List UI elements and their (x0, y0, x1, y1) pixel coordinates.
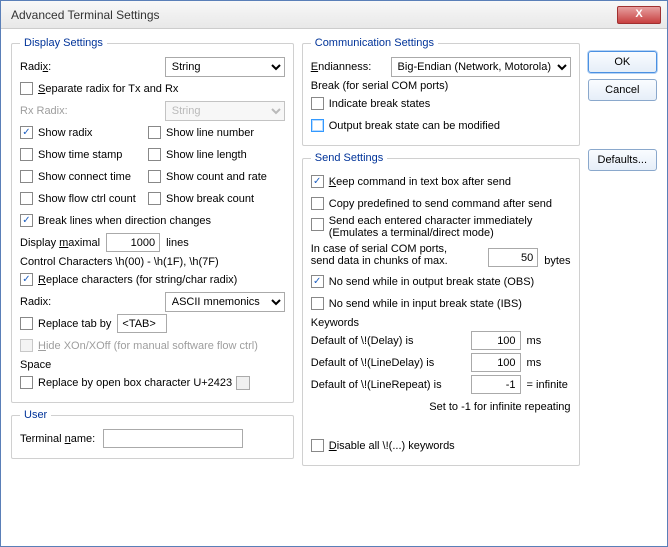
chunk-label: In case of serial COM ports,send data in… (311, 243, 448, 267)
radix-label: Radix: (20, 61, 51, 73)
break-group-label: Break (for serial COM ports) (311, 80, 571, 92)
copy-predef-checkbox[interactable] (311, 197, 324, 210)
show-connect-time-label: Show connect time (38, 171, 148, 183)
copy-predef-label: Copy predefined to send command after se… (329, 198, 552, 210)
hide-xon-label: Hide XOn/XOff (for manual software flow … (38, 340, 258, 352)
endianness-select[interactable]: Big-Endian (Network, Motorola) (391, 57, 571, 77)
send-settings-group: Send Settings Keep command in text box a… (302, 152, 580, 466)
delay-suffix: ms (527, 335, 571, 347)
replace-chars-checkbox[interactable] (20, 273, 33, 286)
linedelay-input[interactable] (471, 353, 521, 372)
keywords-label: Keywords (311, 317, 571, 329)
output-break-label: Output break state can be modified (329, 120, 500, 132)
terminal-name-input[interactable] (103, 429, 243, 448)
communication-settings-legend: Communication Settings (311, 37, 438, 49)
ok-button[interactable]: OK (588, 51, 657, 73)
indicate-break-label: Indicate break states (329, 98, 431, 110)
space-char-preview (236, 376, 250, 390)
disable-all-label: Disable all \!(...) keywords (329, 440, 455, 452)
show-break-count-checkbox[interactable] (148, 192, 161, 205)
show-time-stamp-checkbox[interactable] (20, 148, 33, 161)
cancel-button[interactable]: Cancel (588, 79, 657, 101)
show-radix-checkbox[interactable] (20, 126, 33, 139)
show-line-number-checkbox[interactable] (148, 126, 161, 139)
break-lines-label: Break lines when direction changes (38, 215, 211, 227)
user-legend: User (20, 409, 51, 421)
linerepeat-input[interactable] (471, 375, 521, 394)
dialog-window: Advanced Terminal Settings X Display Set… (0, 0, 668, 547)
close-button[interactable]: X (617, 6, 661, 24)
delay-input[interactable] (471, 331, 521, 350)
display-maximal-suffix: lines (166, 237, 189, 249)
keep-cmd-checkbox[interactable] (311, 175, 324, 188)
indicate-break-checkbox[interactable] (311, 97, 324, 110)
user-group: User Terminal name: (11, 409, 294, 459)
replace-tab-input[interactable] (117, 314, 167, 333)
terminal-name-label: Terminal name: (20, 433, 95, 445)
cc-radix-select[interactable]: ASCII mnemonics (165, 292, 285, 312)
rx-radix-select: String (165, 101, 285, 121)
show-count-rate-checkbox[interactable] (148, 170, 161, 183)
radix-select[interactable]: String (165, 57, 285, 77)
send-each-label: Send each entered character immediately(… (329, 215, 533, 239)
no-send-ibs-checkbox[interactable] (311, 297, 324, 310)
show-line-length-checkbox[interactable] (148, 148, 161, 161)
no-send-ibs-label: No send while in input break state (IBS) (329, 298, 522, 310)
defaults-button[interactable]: Defaults... (588, 149, 657, 171)
show-time-stamp-label: Show time stamp (38, 149, 148, 161)
display-settings-legend: Display Settings (20, 37, 107, 49)
display-settings-group: Display Settings Radix: String Separate … (11, 37, 294, 403)
hide-xon-checkbox (20, 339, 33, 352)
linedelay-suffix: ms (527, 357, 571, 369)
chunk-suffix: bytes (544, 255, 570, 267)
replace-tab-label: Replace tab by (38, 318, 111, 330)
endianness-label: Endianness: (311, 61, 372, 73)
repeat-note: Set to -1 for infinite repeating (429, 401, 570, 413)
show-radix-label: Show radix (38, 127, 148, 139)
replace-tab-checkbox[interactable] (20, 317, 33, 330)
no-send-obs-checkbox[interactable] (311, 275, 324, 288)
separate-radix-checkbox[interactable] (20, 82, 33, 95)
linerepeat-suffix: = infinite (527, 379, 571, 391)
show-line-number-label: Show line number (166, 127, 254, 139)
show-line-length-label: Show line length (166, 149, 247, 161)
replace-space-label: Replace by open box character U+2423 (38, 377, 232, 389)
rx-radix-label: Rx Radix: (20, 105, 68, 117)
display-maximal-input[interactable] (106, 233, 160, 252)
keep-cmd-label: Keep command in text box after send (329, 176, 511, 188)
delay-label: Default of \!(Delay) is (311, 335, 414, 347)
space-label: Space (20, 359, 285, 371)
chunk-input[interactable] (488, 248, 538, 267)
dialog-body: Display Settings Radix: String Separate … (1, 29, 667, 546)
linedelay-label: Default of \!(LineDelay) is (311, 357, 435, 369)
show-break-count-label: Show break count (166, 193, 254, 205)
show-flow-ctrl-checkbox[interactable] (20, 192, 33, 205)
send-settings-legend: Send Settings (311, 152, 388, 164)
show-flow-ctrl-label: Show flow ctrl count (38, 193, 148, 205)
show-count-rate-label: Show count and rate (166, 171, 267, 183)
send-each-checkbox[interactable] (311, 218, 324, 231)
replace-chars-label: Replace characters (for string/char radi… (38, 274, 237, 286)
break-lines-checkbox[interactable] (20, 214, 33, 227)
communication-settings-group: Communication Settings Endianness: Big-E… (302, 37, 580, 146)
window-title: Advanced Terminal Settings (7, 8, 617, 22)
control-chars-label: Control Characters \h(00) - \h(1F), \h(7… (20, 256, 285, 268)
no-send-obs-label: No send while in output break state (OBS… (329, 276, 534, 288)
replace-space-checkbox[interactable] (20, 376, 33, 389)
linerepeat-label: Default of \!(LineRepeat) is (311, 379, 442, 391)
separate-radix-label: Separate radix for Tx and Rx (38, 83, 178, 95)
output-break-checkbox[interactable] (311, 119, 324, 132)
disable-all-checkbox[interactable] (311, 439, 324, 452)
titlebar: Advanced Terminal Settings X (1, 1, 667, 29)
display-maximal-label: Display maximal (20, 237, 100, 249)
cc-radix-label: Radix: (20, 296, 51, 308)
show-connect-time-checkbox[interactable] (20, 170, 33, 183)
